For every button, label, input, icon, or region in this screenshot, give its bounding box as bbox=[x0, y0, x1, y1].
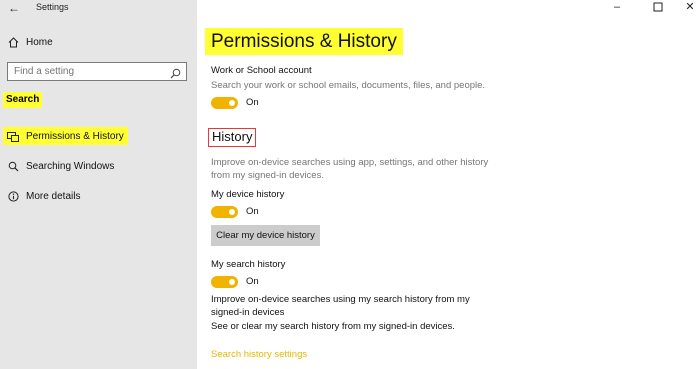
nav-home[interactable]: Home bbox=[0, 31, 197, 53]
device-history-toggle[interactable] bbox=[211, 206, 238, 218]
sidebar: ← Settings Home Search Permissions & His… bbox=[0, 0, 197, 369]
sidebar-item-label: Searching Windows bbox=[26, 160, 115, 172]
history-heading: History bbox=[208, 128, 257, 147]
search-history-desc-2: signed-in devices bbox=[211, 307, 285, 318]
search-icon[interactable] bbox=[170, 66, 181, 79]
search-history-toggle-state: On bbox=[246, 276, 259, 287]
search-history-settings-link[interactable]: Search history settings bbox=[211, 349, 307, 360]
history-description-1: Improve on-device searches using app, se… bbox=[211, 157, 489, 168]
clear-device-history-button[interactable]: Clear my device history bbox=[211, 225, 320, 246]
toggle-knob bbox=[229, 209, 235, 215]
info-icon bbox=[7, 190, 19, 202]
app-title: Settings bbox=[36, 2, 69, 12]
search-history-desc-1: Improve on-device searches using my sear… bbox=[211, 294, 470, 305]
home-icon bbox=[7, 36, 19, 48]
section-label-search: Search bbox=[3, 92, 43, 108]
toggle-knob bbox=[229, 100, 235, 106]
toggle-knob bbox=[229, 279, 235, 285]
search-history-desc-3: See or clear my search history from my s… bbox=[211, 321, 455, 332]
sidebar-item-more-details[interactable]: More details bbox=[0, 185, 197, 207]
sidebar-item-label: Permissions & History bbox=[26, 130, 124, 142]
history-description-2: from my signed-in devices. bbox=[211, 170, 324, 181]
main-content: Permissions & History Work or School acc… bbox=[197, 0, 700, 369]
sidebar-item-searching-windows[interactable]: Searching Windows bbox=[0, 155, 197, 177]
device-history-toggle-state: On bbox=[246, 206, 259, 217]
work-account-toggle-state: On bbox=[246, 97, 259, 108]
back-arrow-icon[interactable]: ← bbox=[8, 1, 24, 15]
sidebar-item-label: More details bbox=[26, 190, 81, 202]
page-title: Permissions & History bbox=[205, 28, 403, 55]
sidebar-item-permissions-history[interactable]: Permissions & History bbox=[0, 125, 197, 147]
find-setting-input[interactable] bbox=[14, 66, 164, 77]
permissions-icon bbox=[7, 130, 19, 142]
work-account-description: Search your work or school emails, docum… bbox=[211, 80, 486, 91]
search-history-label: My search history bbox=[211, 259, 286, 270]
work-account-label: Work or School account bbox=[211, 65, 312, 76]
search-history-toggle[interactable] bbox=[211, 276, 238, 288]
work-account-toggle[interactable] bbox=[211, 97, 238, 109]
nav-home-label: Home bbox=[26, 36, 53, 48]
search-icon bbox=[7, 160, 19, 172]
device-history-label: My device history bbox=[211, 189, 285, 200]
find-setting-box[interactable] bbox=[7, 62, 187, 81]
